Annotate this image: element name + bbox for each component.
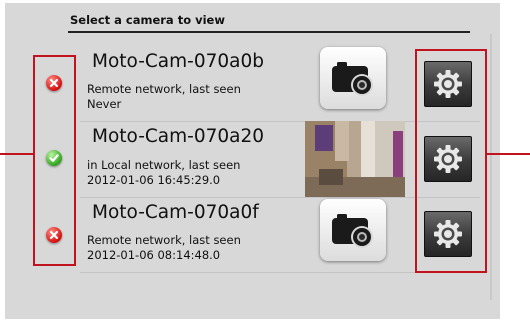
camera-snapshot-preview[interactable] <box>305 121 405 197</box>
camera-network-status: Remote network, last seen <box>87 233 241 247</box>
status-icons-highlight <box>33 55 76 266</box>
camera-last-seen: 2012-01-06 16:45:29.0 <box>87 173 221 187</box>
page-title: Select a camera to view <box>70 13 225 27</box>
annotation-callout-line <box>487 153 530 155</box>
camera-placeholder-icon[interactable] <box>320 47 386 109</box>
camera-last-seen: 2012-01-06 08:14:48.0 <box>87 248 221 262</box>
camera-name: Moto-Cam-070a20 <box>92 126 265 147</box>
camera-last-seen: Never <box>87 97 122 111</box>
settings-buttons-highlight <box>415 49 487 273</box>
annotation-callout-line <box>0 153 33 155</box>
camera-name: Moto-Cam-070a0f <box>92 202 259 223</box>
header-divider <box>68 31 470 33</box>
camera-placeholder-icon[interactable] <box>320 199 386 261</box>
camera-network-status: Remote network, last seen <box>87 82 241 96</box>
camera-name: Moto-Cam-070a0b <box>92 51 264 72</box>
scrollbar[interactable] <box>490 34 492 300</box>
camera-network-status: in Local network, last seen <box>87 158 241 172</box>
